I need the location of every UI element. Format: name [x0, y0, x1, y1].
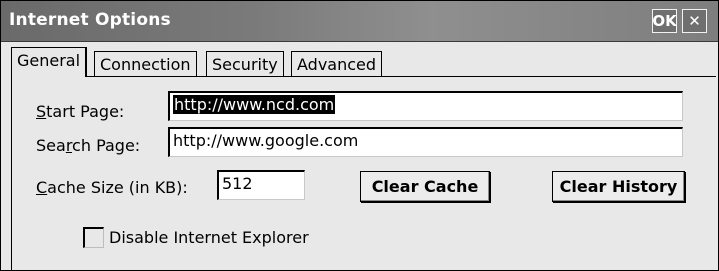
clear-cache-button[interactable]: Clear Cache [360, 171, 490, 202]
start-page-value: http://www.ncd.com [173, 95, 336, 114]
tab-advanced[interactable]: Advanced [291, 51, 383, 76]
window-title: Internet Options [9, 10, 171, 30]
cache-size-value: 512 [222, 174, 253, 193]
search-page-label: Search Page: [36, 136, 140, 155]
disable-ie-label[interactable]: Disable Internet Explorer [109, 228, 309, 247]
start-page-input[interactable]: http://www.ncd.com [168, 91, 683, 121]
cache-size-accel: C [36, 178, 48, 197]
cache-size-label: Cache Size (in KB): [36, 178, 188, 197]
tab-general[interactable]: General [11, 47, 88, 77]
clear-history-button[interactable]: Clear History [552, 171, 685, 202]
cache-size-input[interactable]: 512 [217, 170, 305, 200]
start-page-label-text: tart Page: [46, 102, 125, 121]
search-page-value: http://www.google.com [173, 131, 359, 150]
search-page-input[interactable]: http://www.google.com [168, 127, 683, 157]
start-page-label: Start Page: [36, 102, 124, 121]
cache-size-label-text: ache Size (in KB): [47, 178, 188, 197]
disable-ie-checkbox[interactable] [83, 227, 104, 248]
search-page-label-pre: Sea [36, 136, 66, 155]
ok-button[interactable]: OK [652, 9, 677, 33]
general-tab-panel: Start Page: http://www.ncd.com Search Pa… [11, 76, 716, 270]
tab-security[interactable]: Security [206, 51, 284, 76]
close-icon[interactable]: ✕ [682, 9, 707, 33]
title-bar[interactable]: Internet Options OK ✕ [1, 1, 718, 42]
tab-connection[interactable]: Connection [94, 51, 197, 76]
search-page-label-post: ch Page: [72, 136, 141, 155]
internet-options-window: Internet Options OK ✕ General Connection… [0, 0, 719, 271]
start-page-accel: S [36, 102, 47, 121]
